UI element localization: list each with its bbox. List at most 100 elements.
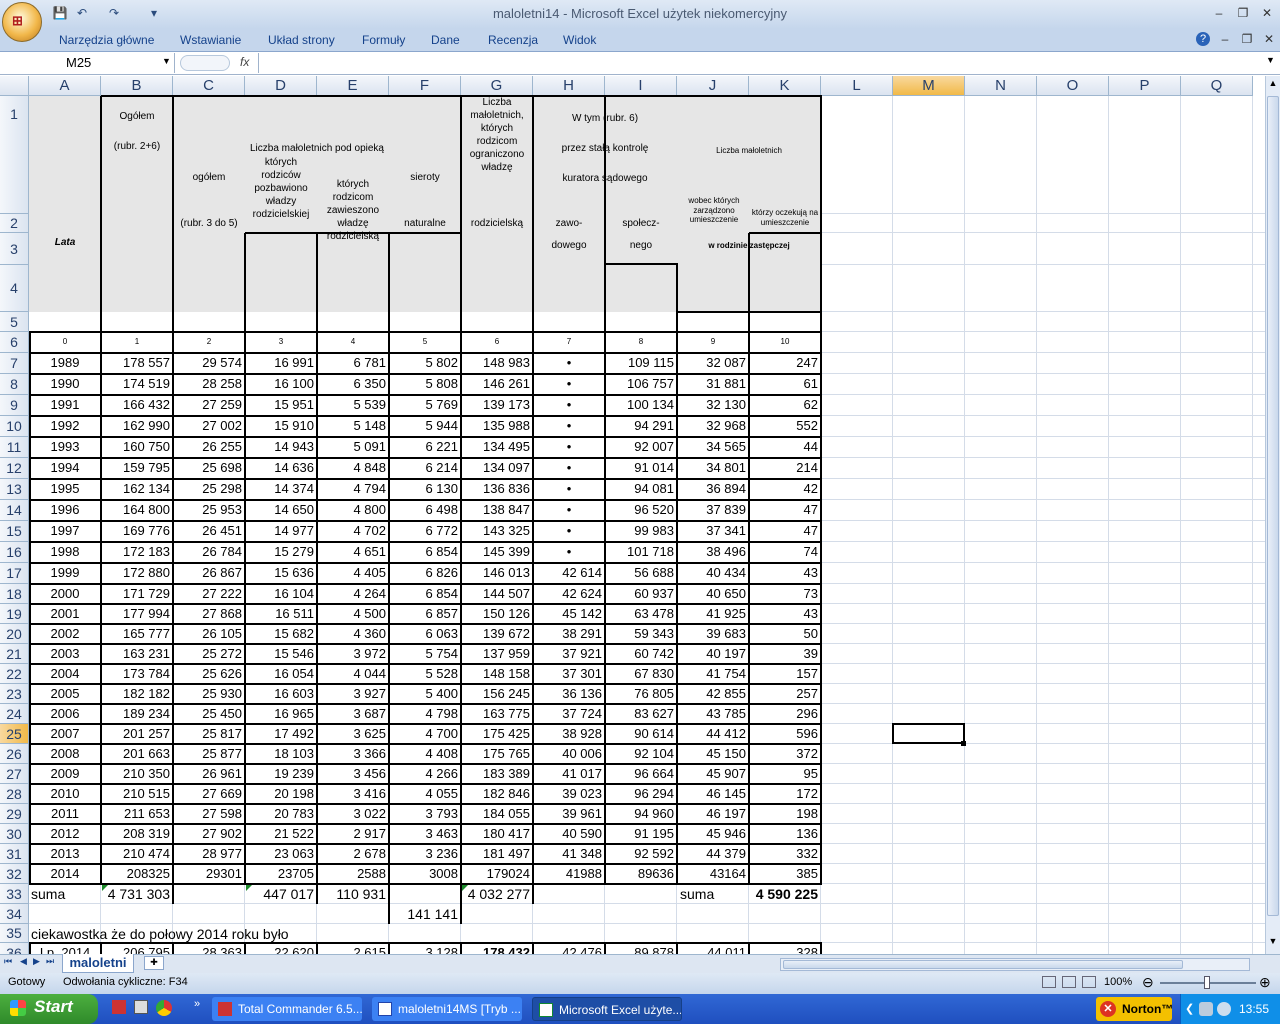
col-header-B[interactable]: B <box>101 76 173 96</box>
table-cell[interactable]: 2011 <box>29 806 101 822</box>
table-cell[interactable]: 2005 <box>29 686 101 702</box>
table-cell[interactable]: 183 389 <box>461 766 533 782</box>
table-cell[interactable]: 189 234 <box>101 706 173 722</box>
table-cell[interactable]: 182 846 <box>461 786 533 802</box>
table-cell[interactable]: 4 044 <box>317 666 389 682</box>
row-header-32[interactable]: 32 <box>0 864 29 884</box>
table-cell[interactable]: 3 972 <box>317 646 389 662</box>
table-cell[interactable]: 184 055 <box>461 806 533 822</box>
table-cell[interactable]: • <box>533 439 605 455</box>
table-cell[interactable]: 14 636 <box>245 460 317 476</box>
half-year-cell[interactable]: 3 128 <box>389 945 461 954</box>
table-cell[interactable]: 38 928 <box>533 726 605 742</box>
row-header-16[interactable]: 16 <box>0 542 29 563</box>
customize-toolbar-icon[interactable]: ▾ <box>146 5 162 21</box>
table-cell[interactable]: 15 682 <box>245 626 317 642</box>
table-cell[interactable]: 40 197 <box>677 646 749 662</box>
table-cell[interactable]: 214 <box>749 460 821 476</box>
table-cell[interactable]: 14 943 <box>245 439 317 455</box>
table-cell[interactable]: 43 <box>749 565 821 581</box>
workbook-close-button[interactable]: ✕ <box>1258 31 1280 47</box>
table-cell[interactable]: 92 104 <box>605 746 677 762</box>
table-cell[interactable]: 101 718 <box>605 544 677 560</box>
table-cell[interactable]: 100 134 <box>605 397 677 413</box>
table-cell[interactable]: 211 653 <box>101 806 173 822</box>
table-cell[interactable]: 32 087 <box>677 355 749 371</box>
table-cell[interactable]: 4 266 <box>389 766 461 782</box>
table-cell[interactable]: 2008 <box>29 746 101 762</box>
table-cell[interactable]: 134 097 <box>461 460 533 476</box>
table-cell[interactable]: 46 145 <box>677 786 749 802</box>
table-cell[interactable]: 136 <box>749 826 821 842</box>
table-cell[interactable]: 172 <box>749 786 821 802</box>
table-cell[interactable]: 4 264 <box>317 586 389 602</box>
undo-icon[interactable]: ↶ <box>74 5 90 21</box>
table-cell[interactable]: 26 961 <box>173 766 245 782</box>
task-excel[interactable]: Microsoft Excel użyte... <box>532 997 682 1021</box>
table-cell[interactable]: 2588 <box>317 866 389 882</box>
table-cell[interactable]: 6 826 <box>389 565 461 581</box>
table-cell[interactable]: 157 <box>749 666 821 682</box>
table-cell[interactable]: 3 463 <box>389 826 461 842</box>
table-cell[interactable]: • <box>533 460 605 476</box>
table-cell[interactable]: 44 <box>749 439 821 455</box>
row-header-12[interactable]: 12 <box>0 458 29 479</box>
col-header-F[interactable]: F <box>389 76 461 96</box>
start-button[interactable]: Start <box>0 994 98 1024</box>
table-cell[interactable]: 2007 <box>29 726 101 742</box>
table-cell[interactable]: 198 <box>749 806 821 822</box>
table-cell[interactable]: 6 221 <box>389 439 461 455</box>
row-header-10[interactable]: 10 <box>0 416 29 437</box>
table-cell[interactable]: 1995 <box>29 481 101 497</box>
table-cell[interactable]: 16 603 <box>245 686 317 702</box>
table-cell[interactable]: 148 983 <box>461 355 533 371</box>
table-cell[interactable]: 62 <box>749 397 821 413</box>
table-cell[interactable]: • <box>533 397 605 413</box>
table-cell[interactable]: 37 724 <box>533 706 605 722</box>
table-cell[interactable]: 174 519 <box>101 376 173 392</box>
table-cell[interactable]: 596 <box>749 726 821 742</box>
col-header-H[interactable]: H <box>533 76 605 96</box>
half-year-cell[interactable]: 28 363 <box>173 945 245 954</box>
table-cell[interactable]: • <box>533 502 605 518</box>
row-header-35[interactable]: 35 <box>0 924 29 943</box>
table-cell[interactable]: 171 729 <box>101 586 173 602</box>
table-cell[interactable]: • <box>533 544 605 560</box>
horizontal-scroll-thumb[interactable] <box>783 960 1183 969</box>
table-cell[interactable]: 4 848 <box>317 460 389 476</box>
table-cell[interactable]: 47 <box>749 502 821 518</box>
row-header-14[interactable]: 14 <box>0 500 29 521</box>
table-cell[interactable]: 2014 <box>29 866 101 882</box>
table-cell[interactable]: 15 546 <box>245 646 317 662</box>
table-cell[interactable]: 1996 <box>29 502 101 518</box>
row-header-24[interactable]: 24 <box>0 704 29 724</box>
col-header-M[interactable]: M <box>893 76 965 96</box>
col-header-P[interactable]: P <box>1109 76 1181 96</box>
row-header-21[interactable]: 21 <box>0 644 29 664</box>
table-cell[interactable]: 332 <box>749 846 821 862</box>
table-cell[interactable]: 138 847 <box>461 502 533 518</box>
table-cell[interactable]: • <box>533 355 605 371</box>
table-cell[interactable]: 26 255 <box>173 439 245 455</box>
table-cell[interactable]: 1991 <box>29 397 101 413</box>
table-cell[interactable]: 4 798 <box>389 706 461 722</box>
minimize-button[interactable]: – <box>1208 5 1230 21</box>
task-word-document[interactable]: maloletni14MS [Tryb ... <box>372 997 522 1021</box>
row-header-19[interactable]: 19 <box>0 604 29 624</box>
quicklaunch-app-icon[interactable] <box>112 1000 126 1014</box>
row-header-13[interactable]: 13 <box>0 479 29 500</box>
table-cell[interactable]: 247 <box>749 355 821 371</box>
table-cell[interactable]: 4 800 <box>317 502 389 518</box>
table-cell[interactable]: 3 927 <box>317 686 389 702</box>
table-cell[interactable]: 4 055 <box>389 786 461 802</box>
table-cell[interactable]: 47 <box>749 523 821 539</box>
table-cell[interactable]: 59 343 <box>605 626 677 642</box>
table-cell[interactable]: 2003 <box>29 646 101 662</box>
table-cell[interactable]: 164 800 <box>101 502 173 518</box>
row-header-34[interactable]: 34 <box>0 904 29 924</box>
table-cell[interactable]: 1998 <box>29 544 101 560</box>
table-cell[interactable]: 2000 <box>29 586 101 602</box>
table-cell[interactable]: 27 002 <box>173 418 245 434</box>
table-cell[interactable]: 26 451 <box>173 523 245 539</box>
table-cell[interactable]: 89636 <box>605 866 677 882</box>
